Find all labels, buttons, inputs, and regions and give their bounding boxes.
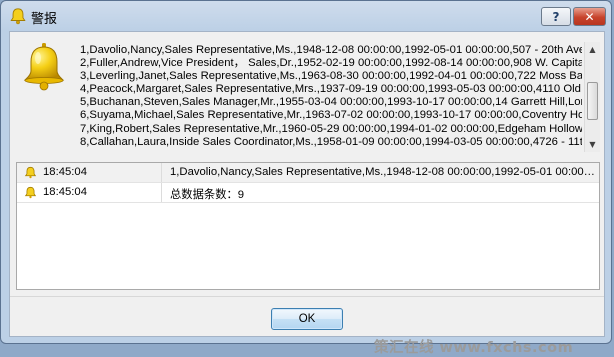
log-time-cell: 18:45:04 <box>17 183 162 202</box>
ok-button[interactable]: OK <box>271 308 343 330</box>
message-line: 2,Fuller,Andrew,Vice President， Sales,Dr… <box>80 57 582 70</box>
help-button[interactable]: ? <box>541 7 571 26</box>
bell-icon <box>24 186 37 199</box>
message-line: 8,Callahan,Laura,Inside Sales Coordinato… <box>80 135 582 148</box>
title-bar[interactable]: 警报 ? ✕ <box>1 1 611 31</box>
log-message: 1,Davolio,Nancy,Sales Representative,Ms.… <box>170 166 596 178</box>
message-line: 4,Peacock,Margaret,Sales Representative,… <box>80 83 582 96</box>
log-time: 18:45:04 <box>43 186 87 198</box>
bell-icon <box>24 166 37 179</box>
divider <box>10 296 604 297</box>
watermark: 策汇在线 www.fxchs.com <box>374 340 574 356</box>
log-time: 18:45:04 <box>43 166 87 178</box>
log-time-cell: 18:45:04 <box>17 163 162 182</box>
log-row[interactable]: 18:45:04 总数据条数：9 <box>17 183 599 203</box>
message-line: 1,Davolio,Nancy,Sales Representative,Ms.… <box>80 44 582 56</box>
vertical-scrollbar[interactable]: ▲ ▼ <box>584 42 600 152</box>
message-line: 3,Leverling,Janet,Sales Representative,M… <box>80 70 582 83</box>
message-line: 7,King,Robert,Sales Representative,Mr.,1… <box>80 122 582 135</box>
scroll-up-arrow-icon[interactable]: ▲ <box>585 42 600 57</box>
bell-icon <box>23 43 65 91</box>
scroll-thumb[interactable] <box>587 82 598 120</box>
dialog-content: 1,Davolio,Nancy,Sales Representative,Ms.… <box>9 31 605 356</box>
scroll-down-arrow-icon[interactable]: ▼ <box>585 137 600 152</box>
bell-icon <box>10 8 26 25</box>
message-line: 6,Suyama,Michael,Sales Representative,Mr… <box>80 109 582 122</box>
alert-dialog: 警报 ? ✕ 1,Davolio,Nancy,Sales Representat… <box>0 0 612 356</box>
log-message: 总数据条数：9 <box>170 189 245 201</box>
message-line: 5,Buchanan,Steven,Sales Manager,Mr.,1955… <box>80 96 582 109</box>
log-row[interactable]: 18:45:04 1,Davolio,Nancy,Sales Represent… <box>17 163 599 183</box>
alert-log-list[interactable]: 18:45:04 1,Davolio,Nancy,Sales Represent… <box>16 162 600 290</box>
alert-message: 1,Davolio,Nancy,Sales Representative,Ms.… <box>80 44 582 152</box>
close-button[interactable]: ✕ <box>573 7 606 26</box>
window-title: 警报 <box>31 12 58 27</box>
